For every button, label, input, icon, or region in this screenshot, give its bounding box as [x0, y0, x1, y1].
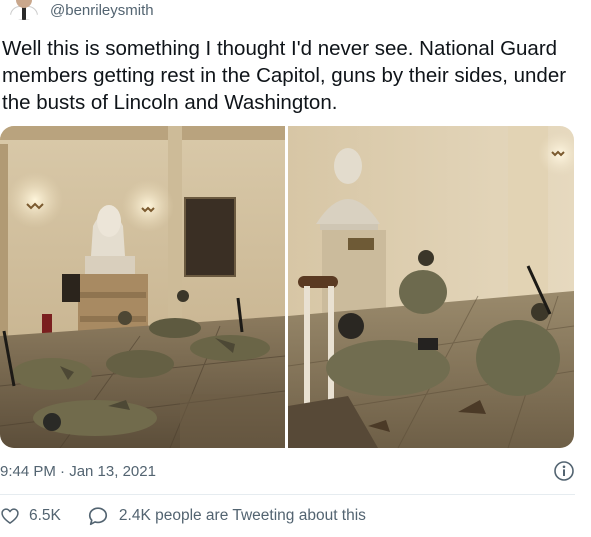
- tweet-meta: 9:44 PM · Jan 13, 2021: [0, 460, 575, 482]
- heart-icon: [0, 506, 20, 526]
- tweet-header: @benrileysmith: [0, 0, 154, 20]
- tweet-card: @benrileysmith Well this is something I …: [0, 0, 591, 537]
- tweeting-about-link[interactable]: 2.4K people are Tweeting about this: [87, 505, 366, 527]
- speech-bubble-icon: [87, 505, 109, 527]
- tweeting-about-text: 2.4K people are Tweeting about this: [118, 507, 366, 524]
- photo-washington-hall[interactable]: [288, 126, 574, 448]
- tweet-text: Well this is something I thought I'd nev…: [2, 37, 567, 114]
- like-count: 6.5K: [29, 507, 61, 524]
- photo-lincoln-hall[interactable]: [0, 126, 285, 448]
- user-avatar[interactable]: [4, 0, 44, 20]
- author-handle[interactable]: @benrileysmith: [50, 2, 154, 19]
- tweet-media[interactable]: [0, 126, 574, 448]
- like-button[interactable]: 6.5K: [0, 506, 61, 526]
- tweet-actions: 6.5K 2.4K people are Tweeting about this: [0, 505, 366, 527]
- tweet-timestamp[interactable]: 9:44 PM · Jan 13, 2021: [0, 463, 156, 480]
- divider: [0, 494, 575, 495]
- info-icon[interactable]: [553, 460, 575, 482]
